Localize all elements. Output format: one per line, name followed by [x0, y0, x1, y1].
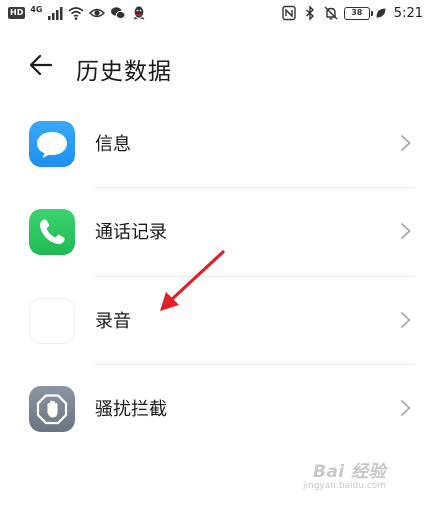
status-time: 5:21 — [393, 5, 423, 21]
message-icon — [29, 121, 75, 167]
list-item-label: 信息 — [95, 134, 131, 155]
hd-badge: HD — [8, 7, 26, 19]
chevron-right-icon — [401, 135, 411, 151]
leaf-icon — [376, 8, 386, 18]
chevron-right-icon — [401, 400, 411, 416]
list-item-harassment-block[interactable]: 骚扰拦截 — [0, 365, 437, 451]
list-item-messages[interactable]: 信息 — [0, 100, 437, 186]
watermark-site: jingyan.baidu.com — [303, 481, 387, 491]
chevron-right-icon — [401, 223, 411, 239]
status-bar-right: 38 5:21 — [281, 4, 423, 22]
back-arrow-icon[interactable] — [26, 50, 56, 80]
status-bar: HD 4G 38 5:21 — [0, 0, 437, 26]
network-type-label: 4G — [30, 5, 43, 14]
list-item-label: 骚扰拦截 — [95, 399, 167, 420]
battery-indicator: 38 — [343, 6, 373, 20]
baidu-jingyan-watermark: Bai 经验 jingyan.baidu.com — [299, 455, 419, 497]
status-bar-left: HD 4G — [8, 4, 147, 22]
qq-icon — [133, 6, 145, 20]
page-header: 历史数据 — [0, 40, 437, 92]
bluetooth-icon — [305, 5, 314, 21]
list-item-label: 录音 — [95, 311, 131, 332]
list-item-call-log[interactable]: 通话记录 — [0, 188, 437, 274]
page-title: 历史数据 — [76, 59, 172, 85]
mute-icon — [324, 6, 338, 20]
watermark-brand: Bai 经验 — [313, 462, 387, 482]
nfc-icon — [282, 5, 296, 21]
harassment-block-icon — [29, 386, 75, 432]
list-item-recordings[interactable]: 录音 — [0, 277, 437, 363]
list-item-label: 通话记录 — [95, 222, 167, 243]
wechat-icon — [111, 7, 126, 20]
chevron-right-icon — [401, 312, 411, 328]
eye-icon — [89, 8, 106, 18]
voice-recorder-icon — [29, 298, 75, 344]
wifi-icon — [68, 7, 85, 20]
phone-icon — [29, 209, 75, 255]
signal-icon — [48, 7, 63, 20]
